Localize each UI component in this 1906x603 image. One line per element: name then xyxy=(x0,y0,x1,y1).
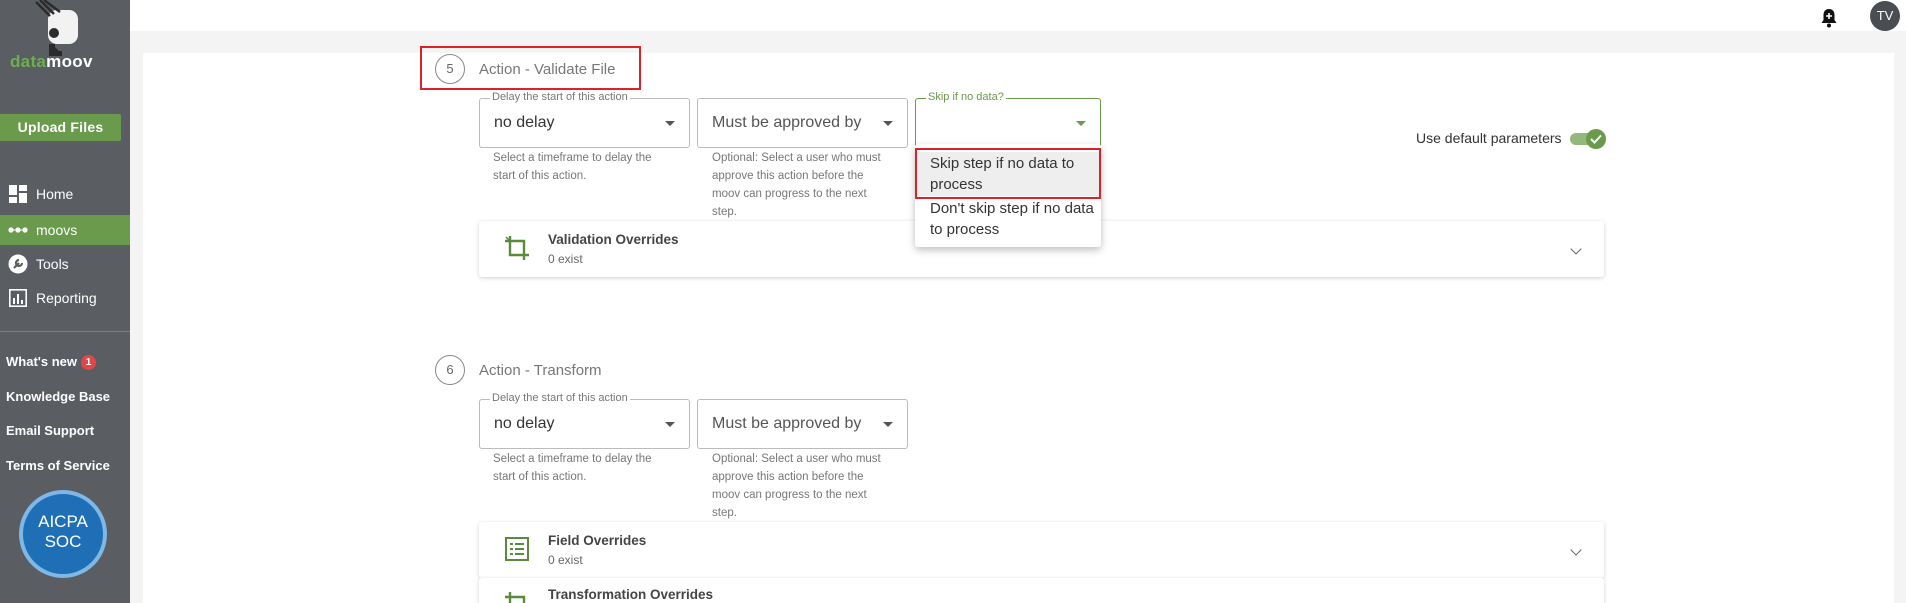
dropdown-arrow-icon xyxy=(665,121,675,126)
field-placeholder: Must be approved by xyxy=(712,114,862,131)
transformation-overrides-accordion[interactable]: Transformation Overrides xyxy=(479,578,1604,603)
highlight-box xyxy=(420,46,641,90)
field-label: Delay the start of this action xyxy=(490,392,630,404)
sidebar-item-label: Tools xyxy=(36,256,69,272)
crop-icon xyxy=(505,236,529,260)
wrench-icon xyxy=(8,254,28,274)
sidebar-item-label: Home xyxy=(36,186,74,202)
upload-files-button[interactable]: Upload Files xyxy=(0,114,121,141)
dropdown-arrow-icon xyxy=(883,121,893,126)
dropdown-arrow-icon xyxy=(883,422,893,427)
chevron-down-icon xyxy=(1570,544,1582,556)
approver-select[interactable]: Must be approved by xyxy=(697,98,908,148)
helper-text: Optional: Select a user who must approve… xyxy=(712,453,881,519)
top-bar xyxy=(130,0,1906,31)
dropdown-arrow-icon xyxy=(665,422,675,427)
skip-if-no-data-select[interactable]: Skip if no data? xyxy=(915,91,1101,148)
sidebar-item-reporting[interactable]: Reporting xyxy=(0,283,130,313)
dropdown-arrow-icon xyxy=(1076,121,1086,126)
dashboard-icon xyxy=(8,184,28,204)
highlight-box xyxy=(915,148,1101,199)
helper-text: Optional: Select a user who must approve… xyxy=(712,152,881,218)
field-value: no delay xyxy=(494,114,555,131)
sidebar-item-moovs[interactable]: moovs xyxy=(0,215,130,245)
default-parameters-toggle[interactable] xyxy=(1570,128,1606,149)
sidebar-item-home[interactable]: Home xyxy=(0,179,130,209)
notification-bell-icon[interactable] xyxy=(1820,8,1838,28)
step-title: Action - Transform xyxy=(479,362,602,379)
delay-select[interactable]: Delay the start of this action no delay xyxy=(479,392,690,449)
email-support-link[interactable]: Email Support xyxy=(6,423,94,438)
list-icon xyxy=(505,537,529,561)
whats-new-link[interactable]: What's new 1 xyxy=(6,354,96,370)
helper-text: Select a timeframe to delay the start of… xyxy=(493,152,652,182)
logo-mark-icon xyxy=(35,0,78,56)
delay-select[interactable]: Delay the start of this action no delay xyxy=(479,91,690,148)
dots-icon xyxy=(8,220,28,240)
datamoov-logo[interactable]: datamoov xyxy=(0,0,130,76)
approver-select[interactable]: Must be approved by xyxy=(697,399,908,449)
logo-wordmark: datamoov xyxy=(10,52,93,71)
field-label: Delay the start of this action xyxy=(490,91,630,103)
chart-icon xyxy=(8,288,28,308)
chevron-down-icon xyxy=(1570,243,1582,255)
step-number: 6 xyxy=(435,355,465,385)
aicpa-soc-badge: AICPA SOC xyxy=(19,490,107,578)
accordion-title: Field Overrides xyxy=(548,533,647,548)
toggle-knob xyxy=(1586,129,1606,149)
helper-text: Select a timeframe to delay the start of… xyxy=(493,453,652,483)
menu-option-dont-skip[interactable]: Don't skip step if no data to process xyxy=(915,197,1101,241)
knowledge-base-link[interactable]: Knowledge Base xyxy=(6,389,110,404)
accordion-subtitle: 0 exist xyxy=(548,252,583,266)
default-parameters-label: Use default parameters xyxy=(1416,130,1562,146)
field-label: Skip if no data? xyxy=(926,91,1006,103)
sidebar: datamoov Upload Files Home moovs Tools R… xyxy=(0,0,130,603)
field-overrides-accordion[interactable]: Field Overrides 0 exist xyxy=(479,522,1604,578)
sidebar-item-label: moovs xyxy=(36,222,78,238)
accordion-title: Validation Overrides xyxy=(548,232,679,247)
sidebar-divider xyxy=(0,331,130,332)
field-placeholder: Must be approved by xyxy=(712,415,862,432)
terms-of-service-link[interactable]: Terms of Service xyxy=(6,458,110,473)
sidebar-item-tools[interactable]: Tools xyxy=(0,249,130,279)
accordion-title: Transformation Overrides xyxy=(548,587,714,602)
field-value: no delay xyxy=(494,415,555,432)
accordion-subtitle: 0 exist xyxy=(548,553,583,567)
user-avatar[interactable]: TV xyxy=(1870,1,1900,31)
crop-icon xyxy=(505,592,526,603)
checkmark-icon xyxy=(1590,134,1602,144)
sidebar-item-label: Reporting xyxy=(36,290,97,306)
notification-badge: 1 xyxy=(81,355,96,370)
